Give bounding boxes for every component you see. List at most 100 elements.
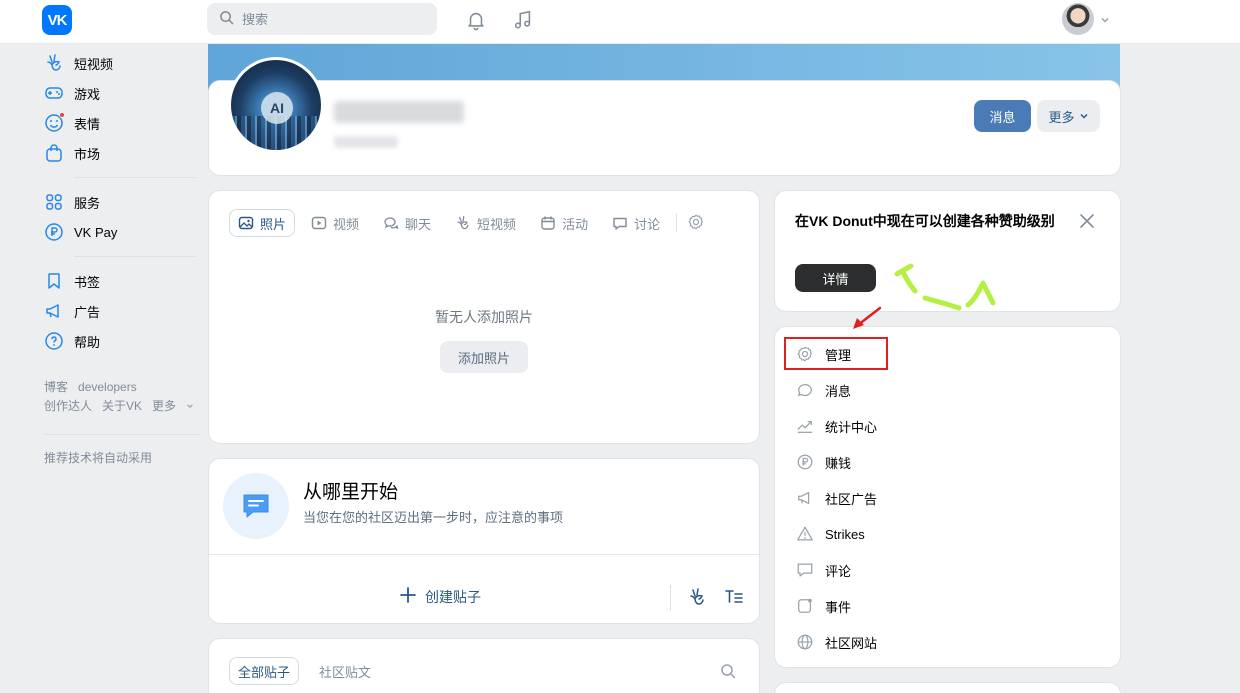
search-icon (219, 10, 234, 28)
sidebar-item-label: 服务 (74, 195, 101, 211)
footer-links: 博客 developers 创作达人 关于VK 更多 (44, 378, 200, 416)
notification-dot (59, 112, 65, 118)
top-bar: VK (0, 0, 1240, 44)
clips-icon[interactable] (687, 587, 707, 610)
user-avatar[interactable] (1062, 3, 1094, 35)
menu-item-messages[interactable]: 消息 (795, 378, 851, 402)
sidebar-item-label: 书签 (74, 274, 101, 290)
ruble-icon (795, 452, 815, 472)
tab-label: 讨论 (634, 216, 661, 232)
sidebar-divider (44, 434, 200, 435)
menu-item-manage[interactable]: 管理 (795, 342, 851, 366)
sidebar-item-vkpay[interactable]: VK Pay (44, 217, 200, 247)
tab-photos[interactable]: 照片 (229, 209, 296, 237)
sidebar-item-label: 帮助 (74, 334, 101, 350)
menu-item-label: 事件 (825, 599, 852, 615)
search-input[interactable] (242, 11, 422, 27)
photos-card: 照片 视频 聊天 短视频 活动 讨论 暂无人添加照片 添加照片 (208, 190, 760, 444)
megaphone-icon (795, 488, 815, 508)
bell-icon[interactable] (464, 8, 488, 32)
footer-link-blog[interactable]: 博客 (44, 380, 68, 394)
megaphone-icon (44, 301, 64, 321)
community-avatar[interactable]: AI (228, 57, 324, 153)
gear-icon[interactable] (687, 213, 705, 234)
community-menu-card: 管理 消息 统计中心 赚钱 社区广告 Strikes 评论 事件 社区网站 (774, 326, 1121, 668)
menu-item-events[interactable]: 事件 (795, 594, 851, 618)
tab-divider (676, 214, 678, 232)
menu-item-label: 管理 (825, 347, 852, 363)
donut-promo-card: 在VK Donut中现在可以创建各种赞助级别 详情 (774, 190, 1121, 312)
more-button-label: 更多 (1048, 109, 1075, 125)
tab-clips[interactable]: 短视频 (447, 209, 524, 237)
community-name-blurred (334, 101, 464, 123)
discussion-icon (612, 215, 628, 231)
sidebar-item-clips[interactable]: 短视频 (44, 48, 200, 78)
more-button[interactable]: 更多 (1037, 100, 1100, 132)
message-bubble-icon (223, 473, 289, 539)
sidebar-item-market[interactable]: 市场 (44, 138, 200, 168)
sidebar-item-stickers[interactable]: 表情 (44, 108, 200, 138)
footer-link-developers[interactable]: developers (78, 380, 137, 394)
tab-events[interactable]: 活动 (532, 209, 596, 237)
stats-icon (795, 416, 815, 436)
sidebar-item-bookmarks[interactable]: 书签 (44, 266, 200, 296)
tab-label: 照片 (260, 216, 287, 232)
tab-community-posts[interactable]: 社区贴文 (311, 657, 379, 685)
vertical-divider (670, 585, 671, 611)
sidebar-item-help[interactable]: 帮助 (44, 326, 200, 356)
tab-label: 视频 (333, 216, 360, 232)
menu-item-community-ads[interactable]: 社区广告 (795, 486, 877, 510)
clips-icon (455, 215, 471, 231)
menu-item-label: 消息 (825, 383, 852, 399)
bottom-card (774, 682, 1121, 693)
calendar-icon (540, 215, 556, 231)
footer-link-creators[interactable]: 创作达人 (44, 399, 92, 413)
menu-item-stats[interactable]: 统计中心 (795, 414, 877, 438)
music-icon[interactable] (511, 8, 535, 32)
chat-icon (795, 380, 815, 400)
globe-icon (795, 632, 815, 652)
gear-icon (795, 344, 815, 364)
menu-item-strikes[interactable]: Strikes (795, 522, 865, 546)
start-subtitle: 当您在您的社区迈出第一步时，应注意的事项 (303, 510, 564, 525)
add-photo-button[interactable]: 添加照片 (440, 341, 528, 373)
close-icon[interactable] (1079, 213, 1095, 232)
grid-icon (44, 192, 64, 212)
sidebar-item-games[interactable]: 游戏 (44, 78, 200, 108)
sidebar-item-ads[interactable]: 广告 (44, 296, 200, 326)
ruble-icon (44, 222, 64, 242)
tab-label: 聊天 (405, 216, 432, 232)
sidebar-item-label: 短视频 (74, 56, 114, 72)
sidebar-item-label: 广告 (74, 304, 101, 320)
footer-link-about[interactable]: 关于VK (102, 399, 142, 413)
menu-item-monetization[interactable]: 赚钱 (795, 450, 851, 474)
smile-icon (44, 112, 65, 133)
menu-item-community-site[interactable]: 社区网站 (795, 630, 877, 654)
details-button[interactable]: 详情 (795, 264, 876, 292)
tab-all-posts[interactable]: 全部贴子 (229, 657, 300, 685)
menu-item-label: 统计中心 (825, 419, 878, 435)
chevron-down-icon[interactable] (1100, 13, 1110, 28)
menu-item-comments[interactable]: 评论 (795, 558, 851, 582)
vk-logo[interactable]: VK (42, 5, 72, 35)
sidebar-item-label: VK Pay (74, 224, 118, 240)
footer-link-more[interactable]: 更多 (152, 399, 176, 413)
tab-videos[interactable]: 视频 (303, 209, 367, 237)
donut-promo-text: 在VK Donut中现在可以创建各种赞助级别 (795, 213, 1055, 229)
chevron-down-icon[interactable] (186, 399, 194, 413)
bag-icon (44, 143, 64, 163)
tab-discussions[interactable]: 讨论 (604, 209, 668, 237)
tab-chats[interactable]: 聊天 (375, 209, 439, 237)
plus-icon (399, 586, 417, 607)
empty-photos-text: 暂无人添加照片 (435, 309, 533, 325)
menu-item-label: 赚钱 (825, 455, 852, 471)
create-post-button[interactable]: 创建贴子 (399, 586, 481, 607)
create-post-label: 创建贴子 (425, 588, 481, 605)
search-icon[interactable] (720, 663, 736, 682)
search-box[interactable] (207, 3, 437, 35)
bookmark-icon (44, 271, 64, 291)
chevron-down-icon (1079, 109, 1089, 124)
message-button[interactable]: 消息 (974, 100, 1031, 132)
sidebar-item-services[interactable]: 服务 (44, 187, 200, 217)
text-format-icon[interactable] (724, 587, 744, 610)
